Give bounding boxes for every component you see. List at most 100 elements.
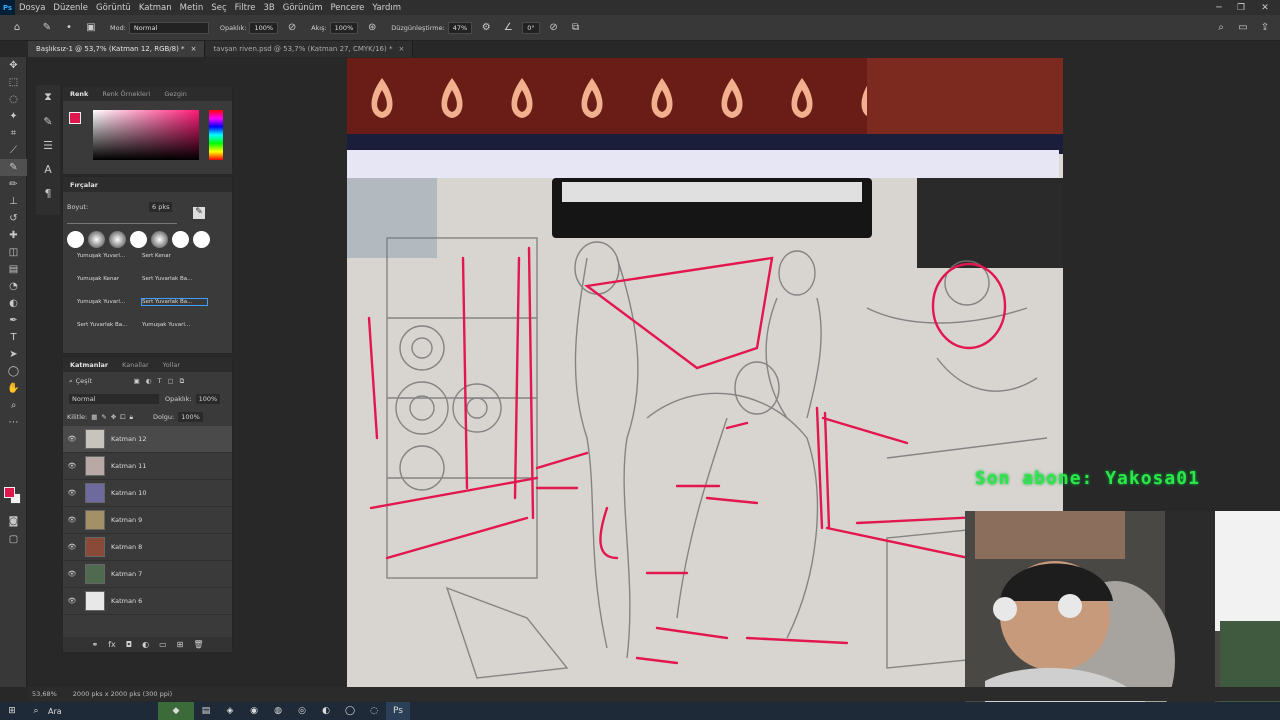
quick-mask-icon[interactable]: ◙ — [0, 513, 27, 530]
filter-adjust-icon[interactable]: ◐ — [146, 377, 152, 385]
layer-row[interactable]: 👁︎ Katman 8 — [63, 534, 232, 561]
brush-preset[interactable]: Sert Kenar — [142, 253, 207, 259]
foreground-color-swatch[interactable] — [4, 487, 15, 498]
color-panel-fg-swatch[interactable] — [69, 112, 81, 124]
layer-row[interactable]: 👁︎ Katman 6 — [63, 588, 232, 615]
taskbar-search-input[interactable]: Ara — [48, 707, 158, 716]
menu-help[interactable]: Yardım — [368, 3, 405, 13]
visibility-eye-icon[interactable]: 👁︎ — [63, 543, 81, 551]
crop-tool-icon[interactable]: ⌗ — [0, 125, 27, 142]
tab-channels[interactable]: Kanallar — [115, 361, 156, 369]
adjustment-layer-icon[interactable]: ◐ — [142, 640, 149, 649]
new-layer-icon[interactable]: ⊞ — [177, 640, 184, 649]
fill-input[interactable]: 100% — [178, 412, 203, 422]
brush-tip[interactable] — [130, 231, 147, 248]
document-size[interactable]: 2000 pks x 2000 pks (300 ppi) — [73, 690, 172, 698]
brush-size-slider[interactable] — [67, 223, 177, 224]
chrome-icon[interactable]: ◉ — [242, 702, 266, 720]
quick-select-tool-icon[interactable]: ✦ — [0, 108, 27, 125]
filter-type-icon[interactable]: T — [157, 377, 161, 385]
brush-preset[interactable]: Yumuşak Yuvarl... — [77, 299, 142, 305]
brush-preset[interactable]: Sert Yuvarlak Ba... — [142, 276, 207, 282]
share-icon[interactable]: ⇪ — [1258, 21, 1272, 35]
menu-edit[interactable]: Düzenle — [49, 3, 92, 13]
tab-swatches[interactable]: Renk Örnekleri — [95, 90, 157, 98]
tab-tavsan-riven[interactable]: tavşan riven.psd @ 53,7% (Katman 27, CMY… — [205, 41, 414, 57]
eyedropper-tool-icon[interactable]: ⟋ — [0, 142, 27, 159]
fx-icon[interactable]: fx — [108, 640, 116, 649]
menu-filter[interactable]: Filtre — [231, 3, 260, 13]
character-panel-icon[interactable]: A — [36, 157, 60, 181]
filter-shape-icon[interactable]: ▢ — [167, 377, 173, 385]
add-mask-icon[interactable]: ◘ — [126, 640, 132, 649]
menu-window[interactable]: Pencere — [326, 3, 368, 13]
layer-row[interactable]: 👁︎ Katman 12 — [63, 426, 232, 453]
opacity-input[interactable]: 100% — [249, 21, 279, 34]
hue-slider[interactable] — [209, 110, 223, 160]
brush-tip[interactable] — [172, 231, 189, 248]
visibility-eye-icon[interactable]: 👁︎ — [63, 597, 81, 605]
tab-layers[interactable]: Katmanlar — [63, 361, 115, 369]
search-icon[interactable]: ⌕ — [1214, 21, 1228, 35]
marquee-tool-icon[interactable]: ⬚ — [0, 74, 27, 91]
visibility-eye-icon[interactable]: 👁︎ — [63, 570, 81, 578]
angle-input[interactable]: 0° — [522, 21, 540, 34]
tab-navigator[interactable]: Gezgin — [157, 90, 194, 98]
layer-row[interactable]: 👁︎ Katman 10 — [63, 480, 232, 507]
spotify-icon[interactable]: ◍ — [266, 702, 290, 720]
pen-tool-icon[interactable]: ✒ — [0, 312, 27, 329]
whatsapp-icon[interactable]: ◌ — [362, 702, 386, 720]
blend-mode-select[interactable]: Normal — [69, 394, 159, 404]
color-picker-field[interactable] — [93, 110, 199, 160]
pressure-size-icon[interactable]: ⊘ — [547, 21, 561, 35]
search-icon[interactable]: ⌕ — [24, 702, 48, 720]
screen-mode-icon[interactable]: ▢ — [0, 531, 27, 548]
pencil-tool-icon[interactable]: ✏ — [0, 176, 27, 193]
photoshop-taskbar-icon[interactable]: Ps — [386, 702, 410, 720]
tab-untitled-1[interactable]: Başlıksız-1 @ 53,7% (Katman 12, RGB/8) *… — [28, 41, 206, 57]
tab-color[interactable]: Renk — [63, 90, 95, 98]
paragraph-panel-icon[interactable]: ¶ — [36, 181, 60, 205]
menu-file[interactable]: Dosya — [15, 3, 49, 13]
brush-tip[interactable] — [109, 231, 126, 248]
airbrush-icon[interactable]: ⊛ — [365, 21, 379, 35]
tab-close-icon[interactable]: × — [191, 45, 197, 53]
filter-pixel-icon[interactable]: ▣ — [134, 377, 140, 385]
brush-tip[interactable] — [193, 231, 210, 248]
brush-preset[interactable]: Yumuşak Yuvarl... — [77, 253, 142, 259]
eraser-tool-icon[interactable]: ◫ — [0, 244, 27, 261]
brush-preset[interactable]: Yumuşak Kenar — [77, 276, 142, 282]
smoothing-input[interactable]: 47% — [447, 21, 473, 34]
filter-smart-icon[interactable]: ⧉ — [180, 377, 185, 386]
history-brush-icon[interactable]: ↺ — [0, 210, 27, 227]
adjustments-panel-icon[interactable]: ☰ — [36, 133, 60, 157]
lock-position-icon[interactable]: ✥ — [111, 413, 116, 421]
lock-transparent-icon[interactable]: ▦ — [91, 413, 97, 421]
menu-image[interactable]: Görüntü — [92, 3, 135, 13]
layer-row[interactable]: 👁︎ Katman 11 — [63, 453, 232, 480]
minimize-icon[interactable]: ─ — [1208, 0, 1230, 15]
history-panel-icon[interactable]: ⧗ — [36, 85, 60, 109]
type-tool-icon[interactable]: T — [0, 329, 27, 346]
brush-tool-icon[interactable]: ✎ — [40, 21, 54, 35]
hand-tool-icon[interactable]: ✋ — [0, 380, 27, 397]
brush-tool-icon[interactable]: ✎ — [0, 159, 27, 176]
file-explorer-icon[interactable]: ▤ — [194, 702, 218, 720]
discord-icon[interactable]: ◎ — [290, 702, 314, 720]
menu-3d[interactable]: 3B — [260, 3, 279, 13]
layer-row[interactable]: 👁︎ Katman 7 — [63, 561, 232, 588]
steam-icon[interactable]: ◐ — [314, 702, 338, 720]
brush-tip[interactable] — [67, 231, 84, 248]
brush-preset[interactable]: Sert Yuvarlak Ba... — [77, 322, 142, 328]
mode-select[interactable]: Normal — [128, 21, 209, 34]
shape-tool-icon[interactable]: ◯ — [0, 363, 27, 380]
document-canvas[interactable] — [347, 58, 1063, 690]
move-tool-icon[interactable]: ✥ — [0, 57, 27, 74]
pressure-opacity-icon[interactable]: ⊘ — [285, 21, 299, 35]
path-select-tool-icon[interactable]: ➤ — [0, 346, 27, 363]
menu-view[interactable]: Görünüm — [279, 3, 327, 13]
workspace-icon[interactable]: ▭ — [1236, 21, 1250, 35]
flow-input[interactable]: 100% — [329, 21, 359, 34]
browser-icon[interactable]: ◈ — [218, 702, 242, 720]
visibility-eye-icon[interactable]: 👁︎ — [63, 462, 81, 470]
